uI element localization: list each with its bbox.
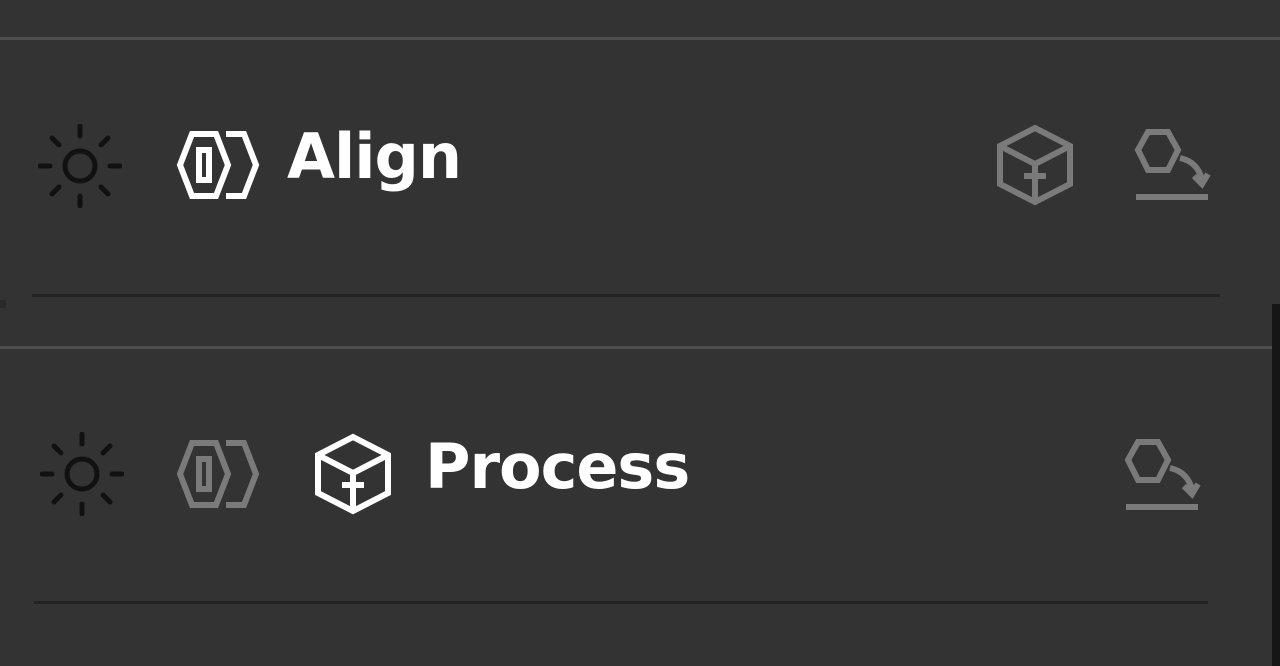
export-shape-icon[interactable] [1122,438,1202,514]
stage-title: Process [425,430,690,503]
row-gap [0,300,6,308]
process-cube-icon[interactable] [314,433,392,515]
row-divider [34,601,1208,604]
export-shape-icon[interactable] [1132,128,1212,204]
align-hexagon-icon[interactable] [174,130,260,200]
process-cube-icon[interactable] [996,124,1074,206]
panel-edge [1272,304,1280,666]
row-divider [32,294,1220,297]
align-hexagon-icon[interactable] [174,439,260,509]
sun-icon[interactable] [38,124,122,208]
sun-icon[interactable] [40,432,124,516]
row-separator [0,346,1272,349]
stage-title: Align [287,120,462,193]
